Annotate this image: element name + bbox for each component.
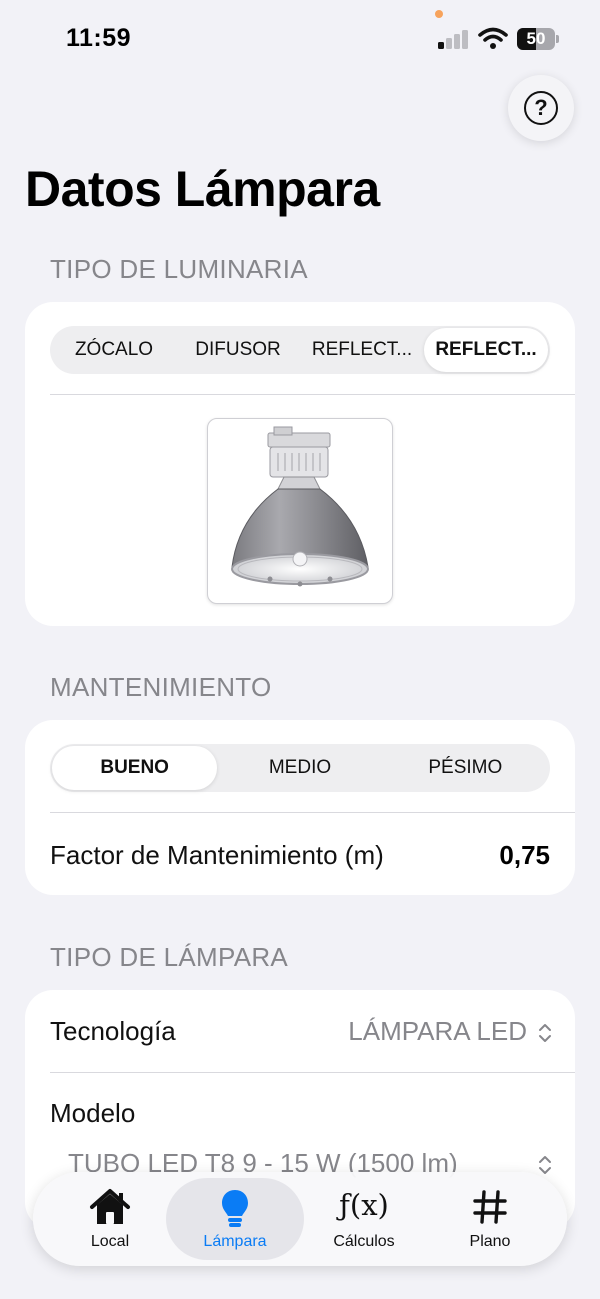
help-button[interactable]: ?: [508, 75, 574, 141]
privacy-indicator-dot: [435, 10, 443, 18]
mantenimiento-segmented-control: BUENO MEDIO PÉSIMO: [50, 744, 550, 792]
tab-calculos[interactable]: ƒ(x) Cálculos: [295, 1178, 433, 1260]
section-header-lampara: TIPO DE LÁMPARA: [50, 942, 289, 972]
section-header-mantenimiento: MANTENIMIENTO: [50, 672, 272, 702]
luminaria-segmented-control: ZÓCALO DIFUSOR REFLECT... REFLECT...: [50, 326, 550, 374]
luminaire-image: [207, 418, 393, 604]
wifi-icon: [478, 27, 508, 49]
function-icon: ƒ(x): [339, 1188, 389, 1222]
tecnologia-picker[interactable]: LÁMPARA LED: [325, 1008, 555, 1058]
luminaria-card: ZÓCALO DIFUSOR REFLECT... REFLECT...: [25, 302, 575, 626]
chevron-up-down-icon: [539, 1156, 551, 1174]
tab-plano[interactable]: Plano: [421, 1178, 559, 1260]
tab-label-calculos: Cálculos: [333, 1233, 395, 1250]
screen: 11:59 50 ? Datos Lámpara TIPO DE LUMINAR…: [0, 0, 600, 1299]
battery-level: 50: [526, 29, 546, 48]
factor-mantenimiento-value: 0,75: [499, 840, 550, 870]
battery-icon: 50: [517, 28, 559, 50]
tab-local[interactable]: Local: [41, 1178, 179, 1260]
divider: [50, 1072, 575, 1073]
segment-pesimo[interactable]: PÉSIMO: [383, 746, 548, 790]
cellular-signal-icon: [438, 29, 470, 49]
divider: [50, 812, 575, 813]
status-time: 11:59: [66, 24, 132, 52]
page-title: Datos Lámpara: [25, 161, 380, 217]
segment-medio[interactable]: MEDIO: [217, 746, 382, 790]
tab-label-plano: Plano: [469, 1233, 511, 1250]
tecnologia-label: Tecnología: [50, 1016, 176, 1046]
tab-lampara[interactable]: Lámpara: [166, 1178, 304, 1260]
factor-mantenimiento-label: Factor de Mantenimiento (m): [50, 840, 384, 870]
number-sign-icon: [473, 1190, 507, 1224]
segment-bueno[interactable]: BUENO: [52, 746, 218, 790]
status-bar: 11:59 50: [0, 0, 600, 80]
modelo-label: Modelo: [50, 1098, 136, 1128]
help-glyph: ?: [534, 95, 548, 120]
divider: [50, 394, 575, 395]
chevron-up-down-icon: [539, 1024, 551, 1042]
mantenimiento-card: BUENO MEDIO PÉSIMO Factor de Mantenimien…: [25, 720, 575, 895]
industrial-reflector-lamp-icon: [231, 426, 369, 587]
tecnologia-value: LÁMPARA LED: [348, 1016, 527, 1046]
tab-label-local: Local: [90, 1233, 130, 1250]
house-icon: [90, 1189, 130, 1224]
lightbulb-icon: [222, 1190, 248, 1227]
tab-label-lampara: Lámpara: [203, 1233, 267, 1250]
tab-bar: Local Lámpara ƒ(x) Cálculos Plano: [33, 1172, 567, 1266]
section-header-luminaria: TIPO DE LUMINARIA: [50, 254, 308, 284]
question-mark-icon: ?: [524, 91, 558, 125]
segment-reflector-1[interactable]: REFLECT...: [300, 328, 424, 372]
segment-zocalo[interactable]: ZÓCALO: [52, 328, 176, 372]
segment-reflector-2[interactable]: REFLECT...: [424, 328, 548, 372]
segment-difusor[interactable]: DIFUSOR: [176, 328, 300, 372]
